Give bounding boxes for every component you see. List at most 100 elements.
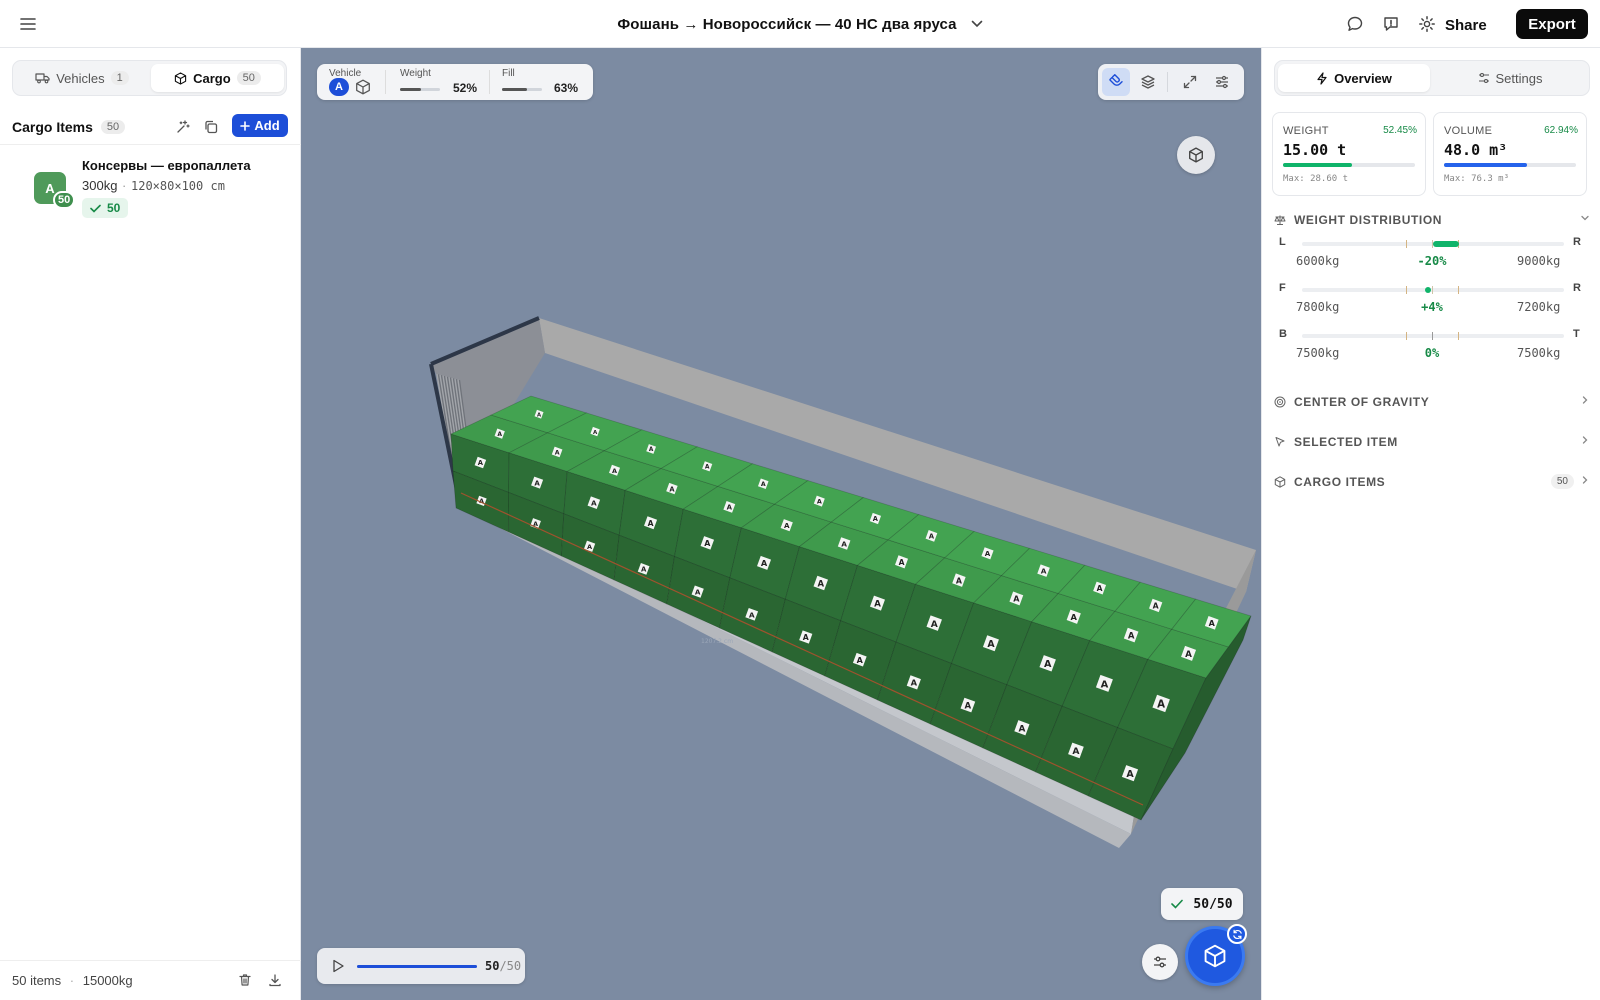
balance-tick bbox=[1458, 286, 1459, 294]
playback-total: /50 bbox=[499, 959, 522, 973]
tab-vehicles[interactable]: Vehicles 1 bbox=[16, 64, 148, 92]
cargo-box-label-text: A bbox=[1157, 700, 1165, 711]
playback-current: 50 bbox=[485, 959, 500, 973]
cargo-box-top-label-text: A bbox=[1185, 650, 1192, 660]
cargo-box-label-text: A bbox=[641, 566, 647, 574]
avatar-count-badge: 50 bbox=[53, 191, 76, 209]
divider bbox=[0, 144, 301, 145]
duplicate-icon[interactable] bbox=[202, 118, 220, 136]
balance-left-end: F bbox=[1279, 282, 1286, 294]
cargo-box-label-text: A bbox=[761, 558, 768, 568]
cargo-list-item[interactable]: A 50 Консервы — европаллета 300kg · 120×… bbox=[0, 150, 301, 228]
weight-distribution-title: WEIGHT DISTRIBUTION bbox=[1294, 213, 1443, 227]
cargo-box-label-text: A bbox=[911, 678, 918, 688]
balance-left-end: L bbox=[1279, 236, 1286, 248]
chevron-right-icon bbox=[1580, 475, 1590, 485]
filter-sliders-icon[interactable] bbox=[1142, 944, 1178, 980]
chevron-down-icon bbox=[1580, 213, 1590, 223]
center-of-gravity-title: CENTER OF GRAVITY bbox=[1294, 395, 1430, 409]
footer-summary: 50 items · 15000kg bbox=[12, 973, 133, 988]
cargo-box-top-label-text: A bbox=[1071, 612, 1078, 622]
cargo-box-top-label-text: A bbox=[817, 498, 822, 506]
volume-progress-fill bbox=[1444, 163, 1528, 167]
page-title[interactable]: Фошань → Новороссийск — 40 HC два яруса bbox=[617, 16, 956, 33]
share-button[interactable]: Share bbox=[1445, 12, 1487, 38]
chevron-down-icon[interactable] bbox=[971, 20, 983, 28]
expand-icon[interactable] bbox=[1176, 68, 1204, 96]
cargo-box-label-text: A bbox=[534, 478, 540, 487]
volume-card: VOLUME 62.94% 48.0 m³ Max: 76.3 m³ bbox=[1433, 112, 1587, 196]
fill-label: Fill bbox=[502, 68, 515, 79]
magic-sparkle-icon[interactable] bbox=[174, 118, 192, 136]
volume-card-label: VOLUME bbox=[1444, 125, 1493, 137]
cargo-item-dimensions: 120×80×100 cm bbox=[131, 179, 225, 193]
vehicle-label: Vehicle bbox=[329, 68, 362, 79]
cargo-box-top-label-text: A bbox=[1041, 567, 1047, 576]
playback-counter: 50/50 bbox=[485, 959, 521, 973]
cargo-box-label-text: A bbox=[704, 539, 711, 548]
cargo-box-label-text: A bbox=[857, 656, 864, 665]
export-button[interactable]: Export bbox=[1516, 9, 1588, 39]
balance-right-value: 7200kg bbox=[1517, 300, 1561, 314]
magnet-snap-icon[interactable] bbox=[1102, 68, 1130, 96]
tab-cargo[interactable]: Cargo 50 bbox=[151, 64, 284, 92]
separator-dot: · bbox=[69, 973, 75, 988]
box-icon bbox=[174, 71, 187, 85]
tab-cargo-count: 50 bbox=[236, 71, 261, 85]
check-icon bbox=[1171, 899, 1184, 909]
cube-icon[interactable] bbox=[355, 79, 371, 95]
cargo-box-label-text: A bbox=[648, 519, 654, 528]
footer-items: 50 items bbox=[12, 973, 62, 988]
target-icon bbox=[1274, 396, 1286, 408]
feedback-icon[interactable] bbox=[1381, 14, 1401, 34]
cargo-boxes[interactable]: A A A A A A A A A A A A A A A A A A A A A A A A A A A A A A A A A A A A A A A A… bbox=[449, 395, 1252, 821]
balance-right-end: T bbox=[1573, 328, 1580, 340]
cargo-item-name: Консервы — европаллета bbox=[82, 158, 251, 173]
center-of-gravity-section[interactable]: CENTER OF GRAVITY bbox=[1274, 391, 1590, 413]
cargo-items-section[interactable]: CARGO ITEMS 50 bbox=[1274, 471, 1590, 493]
right-panel-tabs: Overview Settings bbox=[1274, 60, 1590, 96]
playback-slider[interactable] bbox=[357, 965, 477, 968]
cargo-box-label-text: A bbox=[1126, 769, 1134, 780]
plus-icon bbox=[240, 120, 251, 131]
trash-icon[interactable] bbox=[238, 973, 252, 987]
gear-icon[interactable] bbox=[1417, 14, 1437, 34]
balance-left-end: B bbox=[1279, 328, 1287, 340]
cargo-box-top-label-text: A bbox=[761, 481, 766, 488]
refresh-icon[interactable] bbox=[1227, 924, 1247, 944]
status-badge: 50 bbox=[82, 198, 129, 218]
container-3d-scene[interactable]: A A A A A A A A A A A A A A A A A A A A A A A A A A A A A A A A A A A A A A A A… bbox=[301, 48, 1261, 1000]
adjustments-icon[interactable] bbox=[1208, 68, 1236, 96]
vehicle-badge[interactable]: A bbox=[329, 78, 349, 96]
cargo-box-top-label-text: A bbox=[1209, 619, 1216, 628]
comment-icon[interactable] bbox=[1345, 14, 1365, 34]
cargo-box-label-text: A bbox=[1072, 746, 1080, 757]
tab-overview[interactable]: Overview bbox=[1278, 64, 1430, 92]
hamburger-menu-icon[interactable] bbox=[18, 14, 38, 34]
dimension-label: 1207.2 cm bbox=[701, 638, 733, 645]
tab-settings[interactable]: Settings bbox=[1434, 64, 1586, 92]
layers-icon[interactable] bbox=[1134, 68, 1162, 96]
selected-item-section[interactable]: SELECTED ITEM bbox=[1274, 431, 1590, 453]
view-cube-icon[interactable] bbox=[1177, 136, 1215, 174]
weight-distribution-header[interactable]: WEIGHT DISTRIBUTION bbox=[1274, 209, 1590, 231]
tab-cargo-label: Cargo bbox=[193, 70, 231, 86]
footer-weight: 15000kg bbox=[82, 973, 133, 988]
cargo-box-top-label-text: A bbox=[555, 449, 560, 456]
cargo-box-top-label-text: A bbox=[727, 504, 733, 512]
balance-percent: -20% bbox=[1417, 254, 1447, 268]
weight-progress-track bbox=[1283, 163, 1415, 167]
cargo-box-top-label-text: A bbox=[985, 549, 991, 558]
chevron-right-icon bbox=[1580, 435, 1590, 445]
cargo-box-top-label-text: A bbox=[784, 521, 790, 530]
weight-progress-fill bbox=[1283, 163, 1353, 167]
weight-mini-track bbox=[400, 88, 440, 91]
balance-right-end: R bbox=[1573, 236, 1581, 248]
download-icon[interactable] bbox=[268, 973, 282, 987]
add-cargo-button[interactable]: Add bbox=[232, 114, 288, 137]
3d-viewport[interactable]: A A A A A A A A A A A A A A A A A A A A A A A A A A A A A A A A A A A A A A A A… bbox=[301, 48, 1261, 1000]
cargo-box-label-text: A bbox=[931, 620, 938, 630]
tab-vehicles-label: Vehicles bbox=[56, 70, 105, 86]
placed-count-badge: 50/50 bbox=[1161, 888, 1243, 920]
play-icon[interactable] bbox=[329, 957, 347, 975]
